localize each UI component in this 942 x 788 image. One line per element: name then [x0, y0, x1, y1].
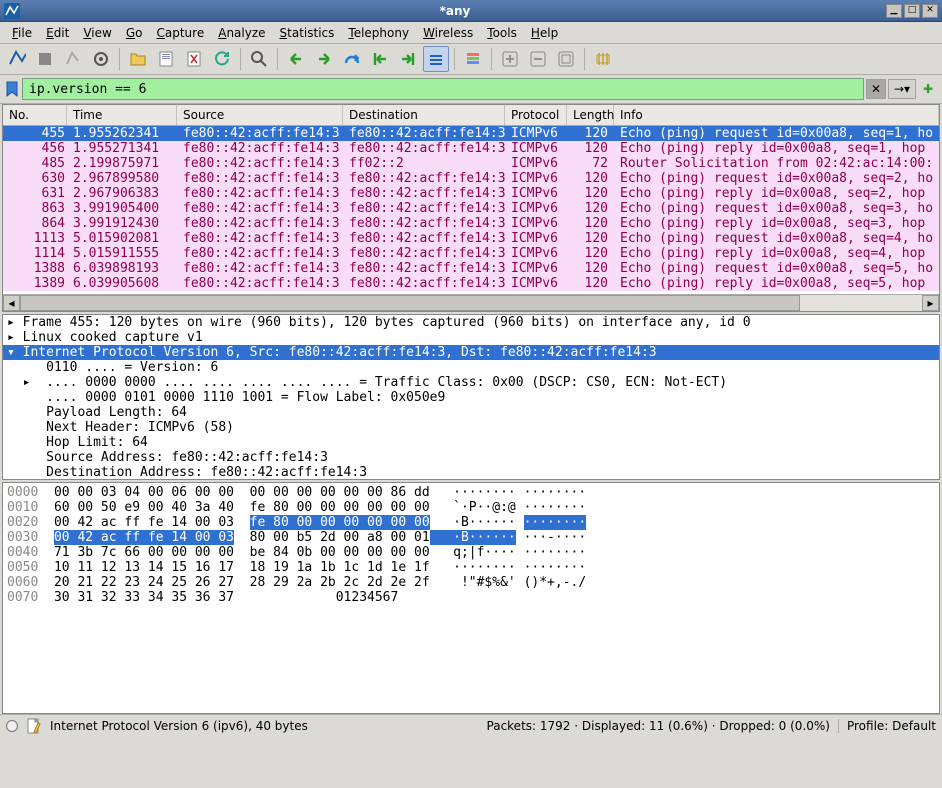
packet-row[interactable]: 8643.991912430fe80::42:acff:fe14:3fe80::… — [3, 216, 939, 231]
toolbar — [0, 44, 942, 75]
packet-row[interactable]: 4561.955271341fe80::42:acff:fe14:3fe80::… — [3, 141, 939, 156]
maximize-button[interactable]: □ — [904, 4, 920, 18]
packet-row[interactable]: 11135.015902081fe80::42:acff:fe14:3fe80:… — [3, 231, 939, 246]
hex-row[interactable]: 0030 00 42 ac ff fe 14 00 03 80 00 b5 2d… — [7, 530, 935, 545]
capture-options-button[interactable] — [88, 46, 114, 72]
detail-row[interactable]: Payload Length: 64 — [3, 405, 939, 420]
menu-telephony[interactable]: Telephony — [342, 24, 415, 42]
hex-row[interactable]: 0000 00 00 03 04 00 06 00 00 00 00 00 00… — [7, 485, 935, 500]
col-header-protocol[interactable]: Protocol — [505, 105, 567, 125]
titlebar: *any ▁ □ ✕ — [0, 0, 942, 22]
hex-row[interactable]: 0070 30 31 32 33 34 35 36 37 01234567 — [7, 590, 935, 605]
detail-row[interactable]: .... 0000 0101 0000 1110 1001 = Flow Lab… — [3, 390, 939, 405]
menu-capture[interactable]: Capture — [150, 24, 210, 42]
detail-row[interactable]: Next Header: ICMPv6 (58) — [3, 420, 939, 435]
packet-list[interactable]: No. Time Source Destination Protocol Len… — [2, 104, 940, 312]
detail-row[interactable]: ▸ Linux cooked capture v1 — [3, 330, 939, 345]
detail-row[interactable]: Destination Address: fe80::42:acff:fe14:… — [3, 465, 939, 480]
packet-bytes[interactable]: 0000 00 00 03 04 00 06 00 00 00 00 00 00… — [2, 482, 940, 714]
restart-capture-button[interactable] — [60, 46, 86, 72]
detail-row[interactable]: Source Address: fe80::42:acff:fe14:3 — [3, 450, 939, 465]
menu-file[interactable]: File — [6, 24, 38, 42]
colorize-button[interactable] — [460, 46, 486, 72]
packet-row[interactable]: 8633.991905400fe80::42:acff:fe14:3fe80::… — [3, 201, 939, 216]
packet-row[interactable]: 13896.039905608fe80::42:acff:fe14:3fe80:… — [3, 276, 939, 291]
go-first-button[interactable] — [367, 46, 393, 72]
window-title: *any — [26, 4, 884, 18]
col-header-source[interactable]: Source — [177, 105, 343, 125]
open-file-button[interactable] — [125, 46, 151, 72]
menu-wireless[interactable]: Wireless — [417, 24, 479, 42]
filter-apply-button[interactable]: →▾ — [888, 79, 916, 99]
hex-row[interactable]: 0060 20 21 22 23 24 25 26 27 28 29 2a 2b… — [7, 575, 935, 590]
filter-add-button[interactable]: ✚ — [918, 79, 938, 99]
menu-edit[interactable]: Edit — [40, 24, 75, 42]
expert-info-icon[interactable] — [6, 720, 18, 732]
menu-tools[interactable]: Tools — [481, 24, 523, 42]
status-packets: Packets: 1792 · Displayed: 11 (0.6%) · D… — [487, 719, 830, 733]
detail-row[interactable]: ▸ Frame 455: 120 bytes on wire (960 bits… — [3, 315, 939, 330]
packet-details[interactable]: ▸ Frame 455: 120 bytes on wire (960 bits… — [2, 314, 940, 480]
display-filter-input[interactable] — [22, 78, 864, 100]
capture-file-properties-icon[interactable] — [26, 718, 42, 734]
auto-scroll-button[interactable] — [423, 46, 449, 72]
scroll-thumb[interactable] — [20, 295, 800, 311]
zoom-in-button[interactable] — [497, 46, 523, 72]
col-header-no[interactable]: No. — [3, 105, 67, 125]
packet-row[interactable]: 13886.039898193fe80::42:acff:fe14:3fe80:… — [3, 261, 939, 276]
resize-columns-button[interactable] — [590, 46, 616, 72]
menu-statistics[interactable]: Statistics — [274, 24, 341, 42]
packet-row[interactable]: 6302.967899580fe80::42:acff:fe14:3fe80::… — [3, 171, 939, 186]
hex-row[interactable]: 0040 71 3b 7c 66 00 00 00 00 be 84 0b 00… — [7, 545, 935, 560]
go-last-button[interactable] — [395, 46, 421, 72]
menubar: FileEditViewGoCaptureAnalyzeStatisticsTe… — [0, 22, 942, 44]
go-to-packet-button[interactable] — [339, 46, 365, 72]
zoom-reset-button[interactable] — [553, 46, 579, 72]
detail-row[interactable]: Hop Limit: 64 — [3, 435, 939, 450]
packet-row[interactable]: 4551.955262341fe80::42:acff:fe14:3fe80::… — [3, 126, 939, 141]
close-button[interactable]: ✕ — [922, 4, 938, 18]
filter-clear-button[interactable]: ✕ — [866, 79, 886, 99]
save-button[interactable] — [153, 46, 179, 72]
detail-row[interactable]: 0110 .... = Version: 6 — [3, 360, 939, 375]
status-left: Internet Protocol Version 6 (ipv6), 40 b… — [50, 719, 308, 733]
go-forward-button[interactable] — [311, 46, 337, 72]
col-header-length[interactable]: Length — [567, 105, 614, 125]
packet-row[interactable]: 6312.967906383fe80::42:acff:fe14:3fe80::… — [3, 186, 939, 201]
menu-go[interactable]: Go — [120, 24, 149, 42]
status-profile[interactable]: Profile: Default — [838, 719, 936, 733]
display-filter-bar: ✕ →▾ ✚ — [0, 75, 942, 104]
packet-list-header[interactable]: No. Time Source Destination Protocol Len… — [3, 105, 939, 126]
menu-help[interactable]: Help — [525, 24, 564, 42]
col-header-destination[interactable]: Destination — [343, 105, 505, 125]
packet-row[interactable]: 4852.199875971fe80::42:acff:fe14:3ff02::… — [3, 156, 939, 171]
start-capture-button[interactable] — [4, 46, 30, 72]
stop-capture-button[interactable] — [32, 46, 58, 72]
statusbar: Internet Protocol Version 6 (ipv6), 40 b… — [0, 714, 942, 737]
find-packet-button[interactable] — [246, 46, 272, 72]
col-header-time[interactable]: Time — [67, 105, 177, 125]
minimize-button[interactable]: ▁ — [886, 4, 902, 18]
go-back-button[interactable] — [283, 46, 309, 72]
packet-row[interactable]: 11145.015911555fe80::42:acff:fe14:3fe80:… — [3, 246, 939, 261]
zoom-out-button[interactable] — [525, 46, 551, 72]
hex-row[interactable]: 0020 00 42 ac ff fe 14 00 03 fe 80 00 00… — [7, 515, 935, 530]
packet-list-hscroll[interactable]: ◂ ▸ — [3, 294, 939, 311]
menu-view[interactable]: View — [77, 24, 117, 42]
reload-button[interactable] — [209, 46, 235, 72]
close-file-button[interactable] — [181, 46, 207, 72]
scroll-right-arrow[interactable]: ▸ — [922, 295, 939, 311]
menu-analyze[interactable]: Analyze — [212, 24, 271, 42]
col-header-info[interactable]: Info — [614, 105, 939, 125]
scroll-left-arrow[interactable]: ◂ — [3, 295, 20, 311]
hex-row[interactable]: 0010 60 00 50 e9 00 40 3a 40 fe 80 00 00… — [7, 500, 935, 515]
filter-bookmark-icon[interactable] — [4, 81, 20, 97]
wireshark-icon — [4, 3, 20, 19]
detail-row[interactable]: ▾ Internet Protocol Version 6, Src: fe80… — [3, 345, 939, 360]
detail-row[interactable]: ▸ .... 0000 0000 .... .... .... .... ...… — [3, 375, 939, 390]
hex-row[interactable]: 0050 10 11 12 13 14 15 16 17 18 19 1a 1b… — [7, 560, 935, 575]
